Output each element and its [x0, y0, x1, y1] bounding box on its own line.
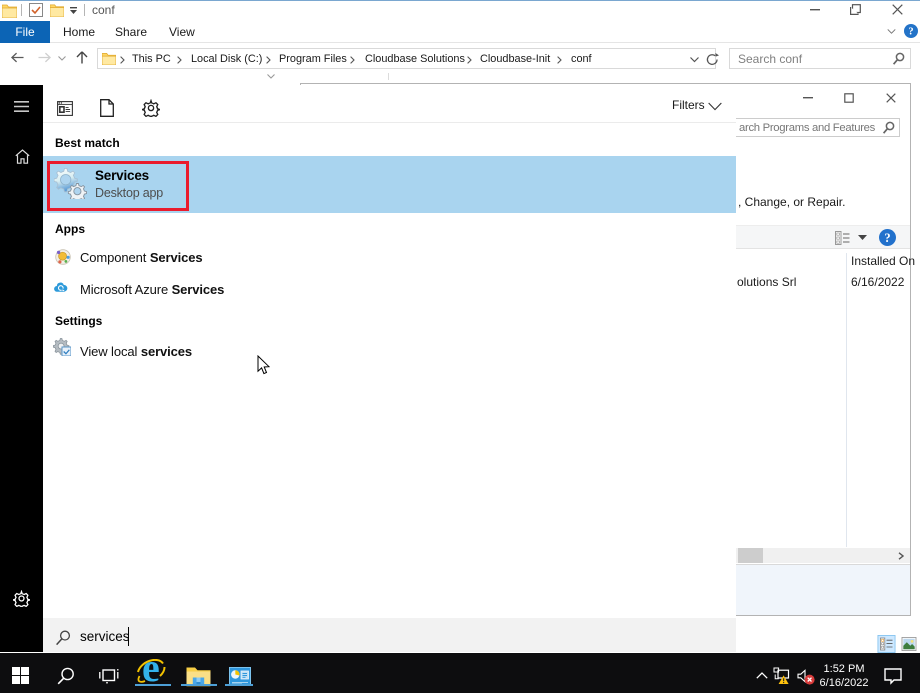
svg-text:?: ?: [908, 27, 913, 38]
svg-text:?: ?: [884, 231, 890, 245]
